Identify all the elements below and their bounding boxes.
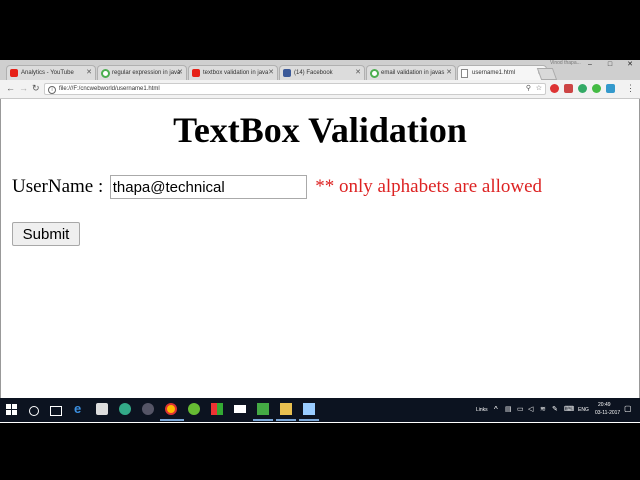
close-icon[interactable]: ✕ bbox=[446, 66, 452, 80]
windows-start-icon[interactable] bbox=[6, 404, 17, 415]
chrome-icon[interactable] bbox=[165, 403, 177, 415]
app-icon[interactable] bbox=[119, 403, 131, 415]
menu-icon[interactable]: ⋮ bbox=[626, 83, 635, 94]
active-indicator bbox=[276, 419, 296, 421]
url-text: file:///F:/cncwebworld/username1.html bbox=[59, 86, 160, 92]
system-tray: Links ^ ▤ ▭ ◁ ≋ ✎ ⌨ ENG 20:49 03-11-2017… bbox=[470, 398, 640, 422]
taskbar: e Links ^ ▤ ▭ ◁ ≋ ✎ ⌨ ENG 20:49 03-11-20… bbox=[0, 398, 640, 422]
close-icon[interactable]: ✕ bbox=[268, 66, 274, 80]
mail-icon[interactable] bbox=[234, 405, 246, 413]
clock-date[interactable]: 03-11-2017 bbox=[595, 410, 620, 416]
active-indicator bbox=[160, 419, 184, 421]
volume-icon[interactable]: ◁ bbox=[528, 405, 533, 413]
search-icon[interactable]: ⚲ bbox=[526, 84, 531, 92]
username-label: UserName : bbox=[12, 176, 104, 197]
page-content: TextBox Validation UserName : ** only al… bbox=[0, 99, 640, 421]
chrome-icon bbox=[101, 69, 110, 78]
app-icon[interactable] bbox=[188, 403, 200, 415]
youtube-icon bbox=[10, 69, 18, 77]
tab-label: username1.html bbox=[472, 70, 516, 76]
tab-label: email validation in javas bbox=[381, 70, 445, 76]
tab-analytics-youtube[interactable]: Analytics - YouTube ✕ bbox=[6, 65, 96, 80]
address-bar[interactable]: i file:///F:/cncwebworld/username1.html … bbox=[44, 83, 546, 95]
app-icon[interactable] bbox=[142, 403, 154, 415]
chevron-up-icon[interactable]: ^ bbox=[494, 405, 498, 414]
tab-email-validation[interactable]: email validation in javas ✕ bbox=[366, 65, 456, 80]
edge-icon[interactable]: e bbox=[74, 402, 86, 415]
battery-icon[interactable]: ▭ bbox=[517, 405, 524, 413]
extension-icon[interactable] bbox=[550, 84, 559, 93]
active-indicator bbox=[253, 419, 273, 421]
app-icon[interactable] bbox=[303, 403, 315, 415]
clock-time[interactable]: 20:49 bbox=[598, 402, 611, 408]
browser-toolbar: ← → ↻ i file:///F:/cncwebworld/username1… bbox=[0, 80, 640, 99]
tab-username1[interactable]: username1.html ✕ bbox=[457, 65, 547, 80]
info-icon[interactable]: i bbox=[48, 86, 56, 94]
search-circle-icon[interactable] bbox=[29, 406, 39, 416]
extension-icon[interactable] bbox=[564, 84, 573, 93]
youtube-icon bbox=[192, 69, 200, 77]
links-toolbar[interactable]: Links bbox=[476, 407, 488, 413]
star-icon[interactable]: ☆ bbox=[536, 84, 542, 92]
tab-facebook[interactable]: (14) Facebook ✕ bbox=[279, 65, 365, 80]
submit-button[interactable]: Submit bbox=[12, 222, 80, 246]
app-icon[interactable] bbox=[257, 403, 269, 415]
screen: Analytics - YouTube ✕ regular expression… bbox=[0, 60, 640, 423]
network-icon[interactable]: ▤ bbox=[505, 405, 512, 413]
app-icon[interactable] bbox=[211, 403, 223, 415]
reload-icon[interactable]: ↻ bbox=[32, 83, 40, 94]
tab-textbox-validation[interactable]: textbox validation in java ✕ bbox=[188, 65, 278, 80]
wifi-icon[interactable]: ≋ bbox=[540, 405, 546, 413]
close-icon[interactable]: ✕ bbox=[355, 66, 361, 80]
tab-label: Analytics - YouTube bbox=[21, 70, 74, 76]
chrome-icon bbox=[370, 69, 379, 78]
tab-regular-expression[interactable]: regular expression in java ✕ bbox=[97, 65, 187, 80]
forward-icon[interactable]: → bbox=[19, 83, 28, 93]
extension-icon[interactable] bbox=[606, 84, 615, 93]
new-tab-button[interactable] bbox=[536, 68, 558, 80]
file-icon bbox=[461, 69, 468, 78]
notification-icon[interactable]: ▢ bbox=[624, 404, 632, 413]
tab-label: regular expression in java bbox=[112, 70, 181, 76]
folder-icon[interactable] bbox=[280, 403, 292, 415]
close-icon[interactable]: ✕ bbox=[177, 66, 183, 80]
extension-icon[interactable] bbox=[578, 84, 587, 93]
store-icon[interactable] bbox=[96, 403, 108, 415]
minimize-button[interactable]: – bbox=[580, 60, 600, 70]
maximize-button[interactable]: □ bbox=[600, 60, 620, 70]
language-indicator[interactable]: ENG bbox=[578, 407, 589, 413]
tab-strip: Analytics - YouTube ✕ regular expression… bbox=[0, 60, 640, 80]
tab-label: textbox validation in java bbox=[203, 70, 269, 76]
tab-label: (14) Facebook bbox=[294, 70, 333, 76]
extension-icon[interactable] bbox=[592, 84, 601, 93]
username-form-row: UserName : ** only alphabets are allowed bbox=[12, 175, 542, 199]
close-window-button[interactable]: ✕ bbox=[620, 60, 640, 70]
error-message: ** only alphabets are allowed bbox=[315, 176, 543, 197]
window-title: Vinod thapa... bbox=[550, 60, 581, 66]
username-input[interactable] bbox=[109, 175, 307, 199]
active-indicator bbox=[299, 419, 319, 421]
pen-icon[interactable]: ✎ bbox=[552, 405, 558, 413]
keyboard-icon[interactable]: ⌨ bbox=[564, 405, 574, 413]
task-view-icon[interactable] bbox=[50, 406, 62, 416]
facebook-icon bbox=[283, 69, 291, 77]
close-icon[interactable]: ✕ bbox=[86, 66, 92, 80]
back-icon[interactable]: ← bbox=[6, 83, 15, 93]
page-title: TextBox Validation bbox=[173, 110, 467, 150]
